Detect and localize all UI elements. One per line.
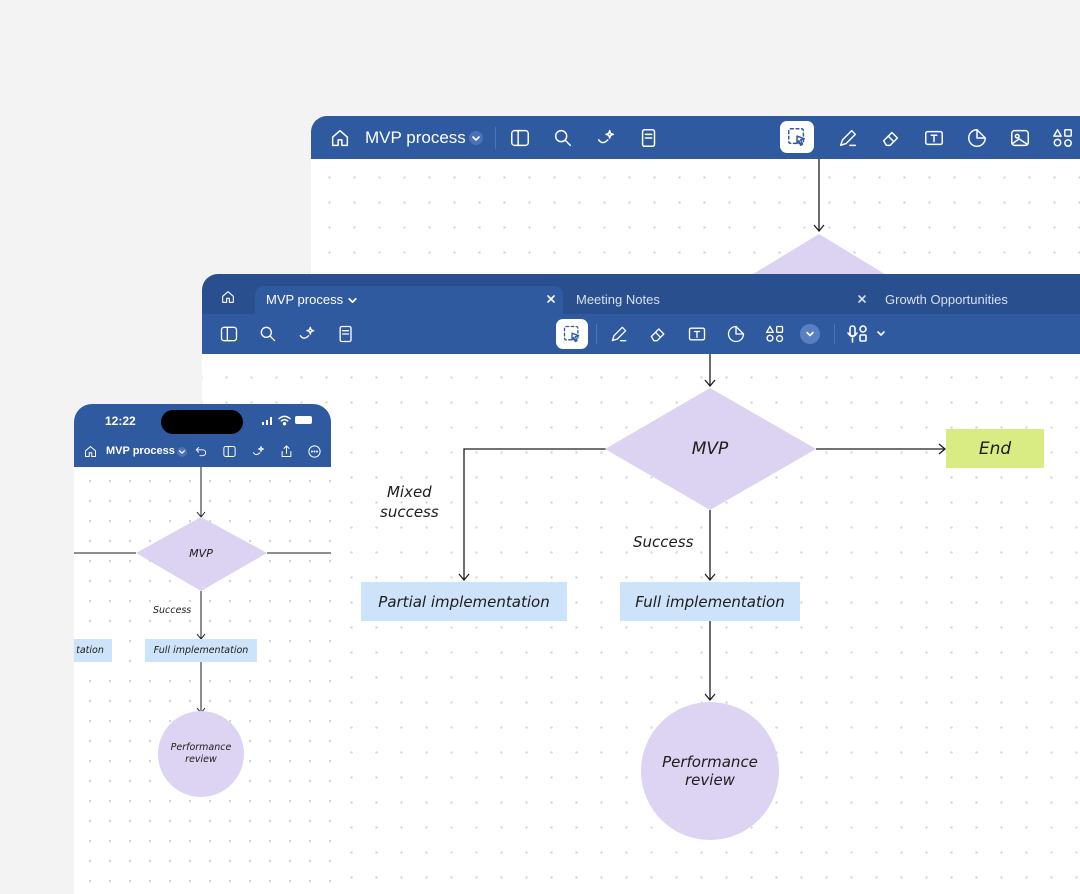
- partial-label: Partial implementation: [378, 592, 550, 611]
- share-icon[interactable]: [278, 443, 294, 459]
- main-window: MVP process Meeting Notes Growth Opportu…: [202, 274, 1080, 894]
- search-icon[interactable]: [257, 323, 279, 345]
- mixed-success-label: Mixed success: [380, 483, 439, 521]
- phone-flowchart-connectors: [74, 467, 331, 797]
- chevron-down-icon[interactable]: [177, 447, 187, 457]
- more-tools-chevron-icon[interactable]: [800, 324, 820, 344]
- dynamic-island: [161, 410, 243, 434]
- divider: [596, 324, 597, 344]
- chevron-down-icon[interactable]: [469, 131, 483, 145]
- sticker-icon[interactable]: [965, 126, 989, 150]
- status-time: 12:22: [105, 414, 136, 428]
- text-box-icon[interactable]: [922, 126, 946, 150]
- full-label: Full implementation: [635, 592, 785, 611]
- success-label: Success: [633, 533, 694, 551]
- phone-partial-label: tation: [76, 645, 104, 656]
- divider: [495, 127, 496, 149]
- phone-decision-label: MVP: [189, 546, 213, 560]
- phone-canvas[interactable]: MVP Success tation Full implementation P…: [74, 467, 331, 894]
- lasso-select-icon[interactable]: [780, 121, 814, 153]
- tab-label: Growth Opportunities: [885, 292, 1008, 307]
- phone-title[interactable]: MVP process: [106, 445, 175, 457]
- shapes-icon[interactable]: [764, 323, 786, 345]
- decision-label: MVP: [691, 439, 729, 459]
- text-box-icon[interactable]: [686, 323, 708, 345]
- sidebar-icon[interactable]: [508, 126, 532, 150]
- home-icon[interactable]: [328, 126, 352, 150]
- document-icon[interactable]: [637, 126, 661, 150]
- wifi-icon: [277, 414, 291, 426]
- shapes-icon[interactable]: [1051, 126, 1075, 150]
- battery-icon: [295, 416, 312, 424]
- tab-growth-opportunities[interactable]: Growth Opportunities: [875, 286, 1080, 314]
- tab-label: Meeting Notes: [576, 292, 660, 307]
- back-window: MVP process: [311, 116, 1080, 296]
- chevron-down-icon[interactable]: [346, 294, 358, 306]
- phone-header: 12:22 MVP process: [74, 404, 331, 467]
- main-toolbar: [202, 314, 1080, 354]
- phone-window: 12:22 MVP process MVP Success tation Ful…: [74, 404, 331, 894]
- eraser-icon[interactable]: [879, 126, 903, 150]
- phone-full-label: Full implementation: [153, 645, 249, 656]
- home-icon[interactable]: [219, 288, 237, 306]
- search-icon[interactable]: [551, 126, 575, 150]
- image-icon[interactable]: [1008, 126, 1032, 150]
- close-icon[interactable]: [545, 293, 557, 305]
- end-label: End: [978, 438, 1012, 459]
- pen-icon[interactable]: [608, 323, 630, 345]
- sticker-icon[interactable]: [725, 323, 747, 345]
- phone-success-label: Success: [153, 605, 192, 616]
- sidebar-icon[interactable]: [221, 443, 237, 459]
- ai-sparkle-icon[interactable]: [250, 443, 266, 459]
- phone-review-label: Performance review: [170, 742, 232, 765]
- undo-icon[interactable]: [193, 443, 209, 459]
- eraser-icon[interactable]: [647, 323, 669, 345]
- back-window-title[interactable]: MVP process: [365, 128, 466, 148]
- ai-sparkle-icon[interactable]: [594, 126, 618, 150]
- tab-label: MVP process: [266, 292, 344, 307]
- signal-icon: [262, 415, 276, 425]
- more-icon[interactable]: [306, 443, 322, 459]
- review-label: Performance review: [662, 753, 758, 789]
- lasso-select-icon[interactable]: [556, 319, 588, 349]
- divider: [834, 324, 835, 344]
- pen-icon[interactable]: [836, 126, 860, 150]
- sidebar-icon[interactable]: [218, 323, 240, 345]
- voice-shapes-icon[interactable]: [846, 323, 890, 345]
- main-canvas[interactable]: MVP End Mixed success Success Partial im…: [202, 354, 1080, 894]
- tab-bar: MVP process Meeting Notes Growth Opportu…: [202, 274, 1080, 314]
- document-icon[interactable]: [335, 323, 357, 345]
- tab-meeting-notes[interactable]: Meeting Notes: [566, 286, 866, 314]
- back-toolbar: MVP process: [311, 116, 1080, 159]
- home-icon[interactable]: [82, 443, 98, 459]
- ai-sparkle-icon[interactable]: [296, 323, 318, 345]
- close-icon[interactable]: [856, 293, 868, 305]
- tab-mvp-process[interactable]: MVP process: [255, 286, 563, 314]
